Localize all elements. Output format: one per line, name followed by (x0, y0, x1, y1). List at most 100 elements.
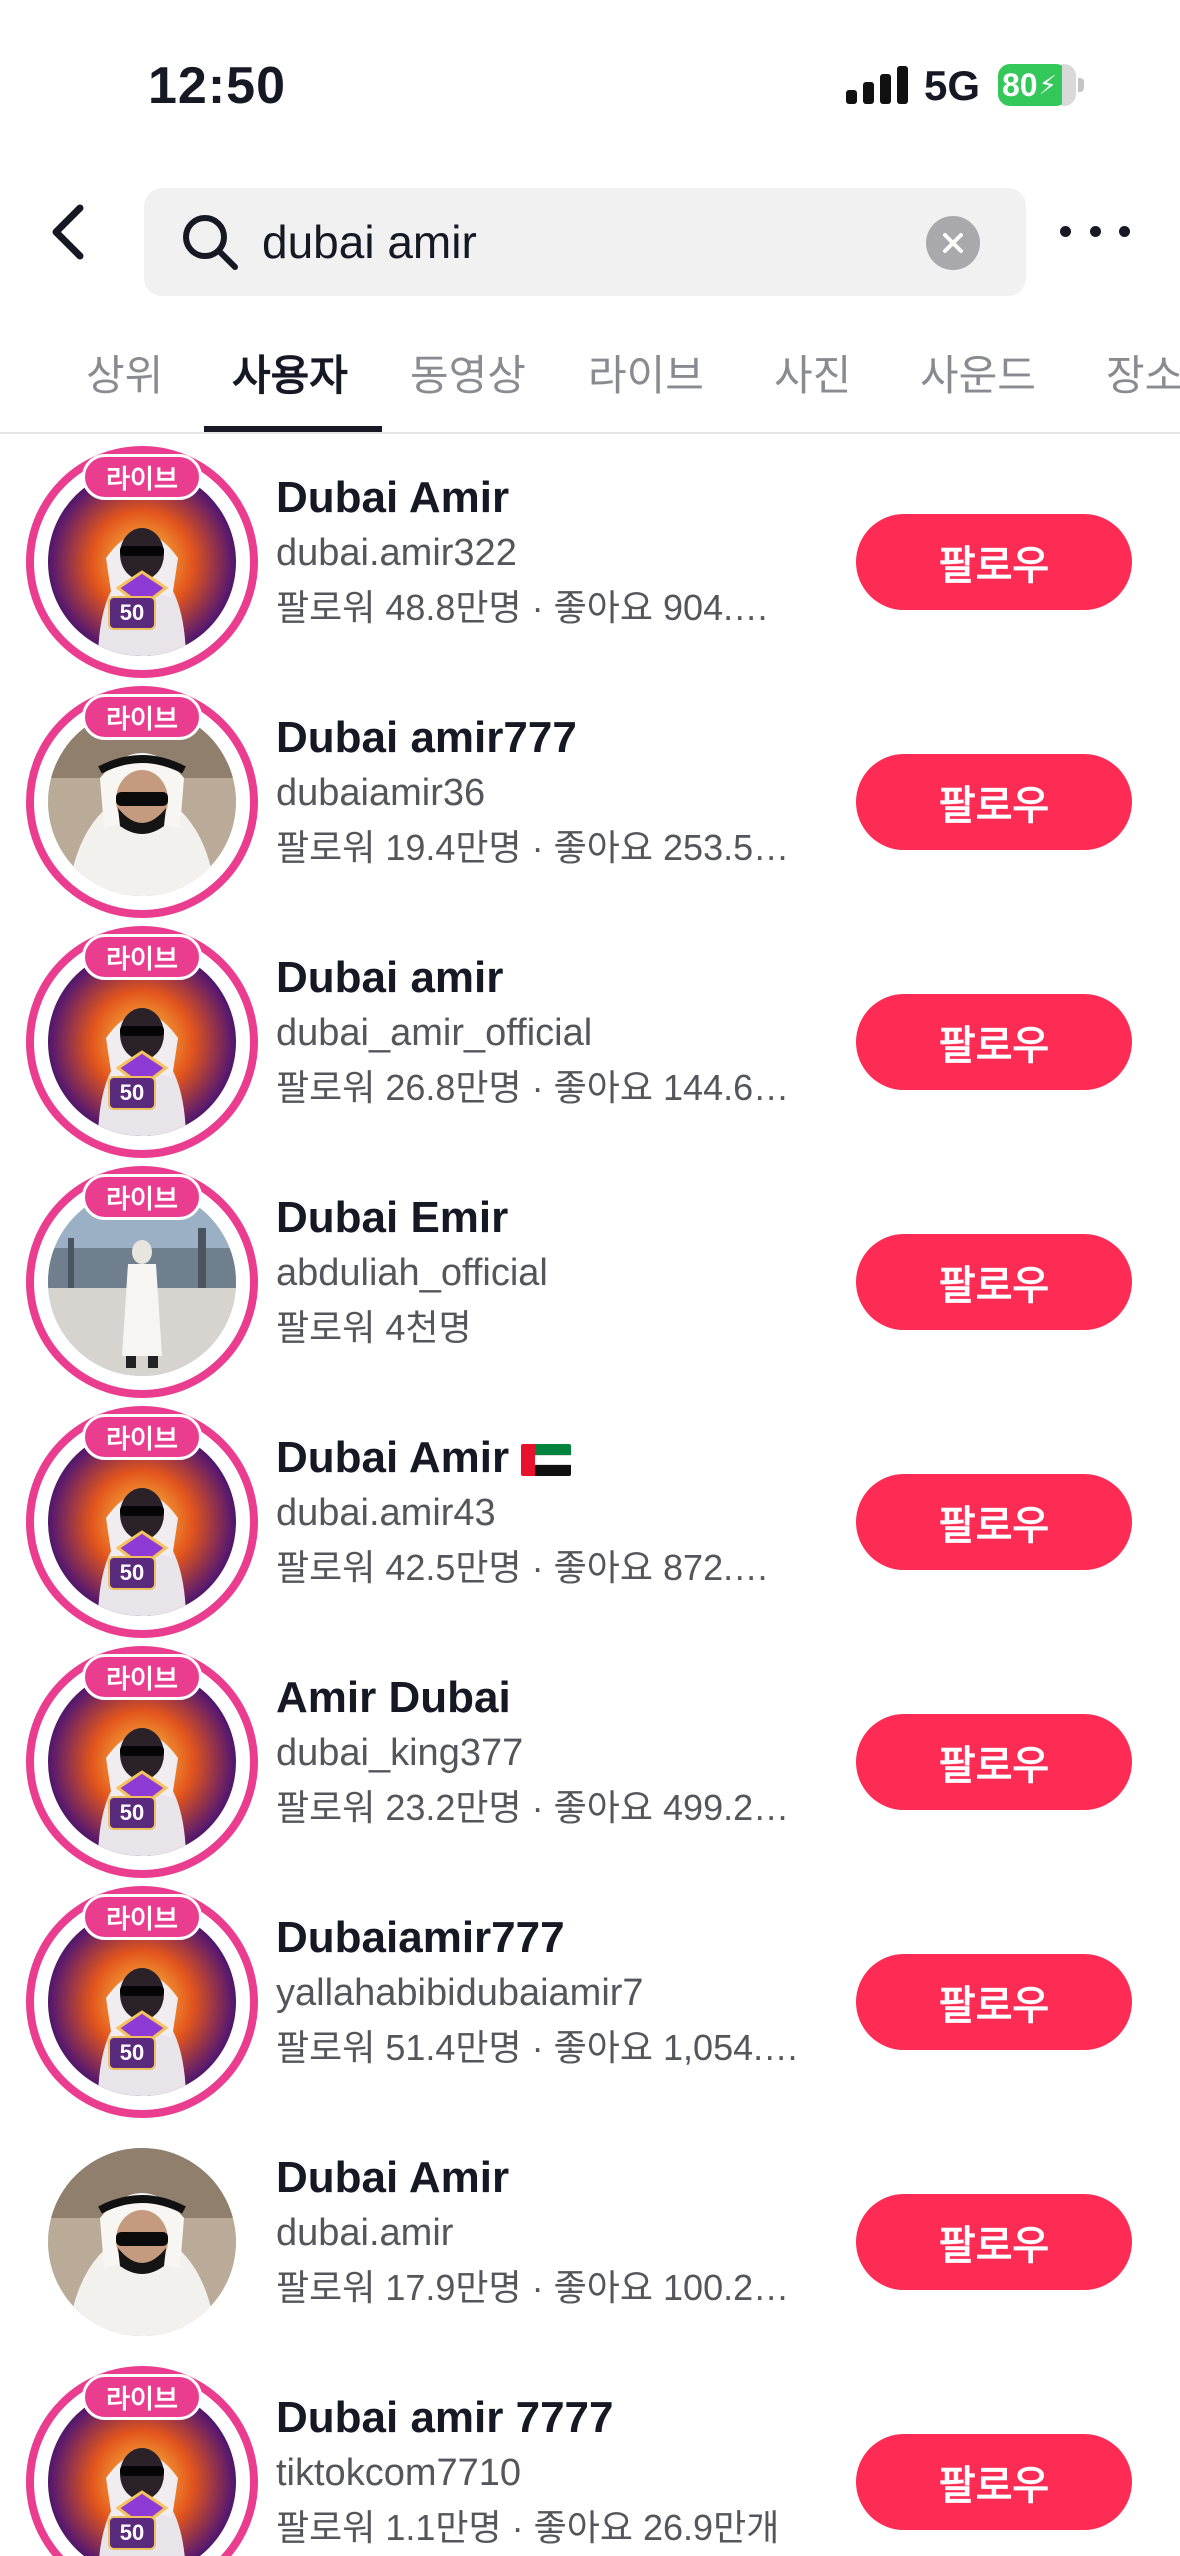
user-result-row[interactable]: 라이브 50 Dubai amir dubai_amir_official 팔로… (0, 916, 1180, 1158)
level-badge: 50 (108, 596, 156, 630)
status-bar: 12:50 5G 80 ⚡ (0, 0, 1180, 170)
dot-icon (1060, 225, 1071, 237)
user-info[interactable]: Dubai amir777 dubaiamir36 팔로워 19.4만명 · 좋… (276, 710, 816, 876)
signal-icon (846, 66, 908, 104)
battery-level: 80 (1002, 66, 1038, 103)
user-name: Dubai Amir (276, 2153, 510, 2202)
tab-live[interactable]: 라이브 (588, 342, 704, 403)
tab-sounds[interactable]: 사운드 (920, 342, 1036, 403)
avatar-container[interactable]: 라이브 50 (26, 1646, 258, 1878)
live-badge: 라이브 (82, 1414, 202, 1460)
follow-button[interactable]: 팔로우 (856, 2194, 1132, 2290)
tab-top[interactable]: 상위 (86, 342, 163, 403)
user-stats: 팔로워 1.1만명 · 좋아요 26.9만개 (276, 2507, 780, 2548)
dot-icon (1089, 225, 1101, 237)
back-button[interactable] (36, 200, 100, 264)
tab-videos[interactable]: 동영상 (410, 342, 526, 403)
live-badge: 라이브 (82, 1894, 202, 1940)
user-name: Dubai amir (276, 953, 504, 1002)
uae-flag-icon (521, 1444, 572, 1476)
search-input[interactable] (262, 188, 902, 296)
user-stats: 팔로워 19.4만명 · 좋아요 253.5… (276, 827, 790, 868)
user-handle: dubai_king377 (276, 1732, 524, 1774)
user-stats: 팔로워 4천명 (276, 1307, 472, 1348)
tab-users[interactable]: 사용자 (232, 342, 348, 403)
tab-photos[interactable]: 사진 (774, 342, 851, 403)
user-info[interactable]: Amir Dubai dubai_king377 팔로워 23.2만명 · 좋아… (276, 1670, 816, 1836)
chevron-left-icon (52, 204, 84, 260)
user-result-row[interactable]: 라이브 50 Amir Dubai dubai_king377 팔로워 23.2… (0, 1636, 1180, 1878)
tab-places[interactable]: 장소 (1106, 342, 1180, 403)
user-result-row[interactable]: 라이브 50 Dubaiamir777 yallahabibidubaiamir… (0, 1876, 1180, 2118)
follow-button[interactable]: 팔로우 (856, 754, 1132, 850)
user-stats: 팔로워 23.2만명 · 좋아요 499.2… (276, 1787, 790, 1828)
user-result-row[interactable]: 라이브 Dubai amir777 dubaiamir36 팔로워 19.4만명… (0, 676, 1180, 918)
user-handle: dubai_amir_official (276, 1012, 593, 1054)
live-badge: 라이브 (82, 934, 202, 980)
follow-button[interactable]: 팔로우 (856, 1474, 1132, 1570)
user-name: Dubai Amir (276, 473, 510, 522)
follow-button[interactable]: 팔로우 (856, 1714, 1132, 1810)
network-label: 5G (924, 62, 981, 109)
follow-button[interactable]: 팔로우 (856, 1954, 1132, 2050)
user-result-row[interactable]: 라이브 50 Dubai Amir dubai.amir43 팔로워 42.5만… (0, 1396, 1180, 1638)
live-badge: 라이브 (82, 454, 202, 500)
clear-search-button[interactable] (926, 216, 980, 270)
follow-button[interactable]: 팔로우 (856, 2434, 1132, 2530)
search-tabs: 상위 사용자 동영상 라이브 사진 사운드 장소 (0, 320, 1180, 434)
live-badge: 라이브 (82, 1654, 202, 1700)
battery-icon: 80 ⚡ (998, 64, 1076, 106)
user-name: Dubai Emir (276, 1193, 509, 1242)
avatar-container[interactable]: 라이브 (26, 1166, 258, 1398)
user-info[interactable]: Dubai amir dubai_amir_official 팔로워 26.8만… (276, 950, 816, 1116)
user-stats: 팔로워 42.5만명 · 좋아요 872.… (276, 1547, 770, 1588)
follow-button[interactable]: 팔로우 (856, 1234, 1132, 1330)
dot-icon (1119, 225, 1130, 237)
search-header (0, 170, 1180, 310)
level-badge: 50 (108, 2036, 156, 2070)
user-info[interactable]: Dubaiamir777 yallahabibidubaiamir7 팔로워 5… (276, 1910, 816, 2076)
live-badge: 라이브 (82, 694, 202, 740)
avatar-container[interactable]: 라이브 50 (26, 1886, 258, 2118)
user-handle: dubai.amir43 (276, 1492, 496, 1534)
avatar-container[interactable]: 라이브 50 (26, 1406, 258, 1638)
user-result-row[interactable]: Dubai Amir dubai.amir 팔로워 17.9만명 · 좋아요 1… (0, 2116, 1180, 2356)
user-stats: 팔로워 51.4만명 · 좋아요 1,054.… (276, 2027, 800, 2068)
user-handle: yallahabibidubaiamir7 (276, 1972, 644, 2014)
search-box[interactable] (144, 188, 1026, 296)
user-info[interactable]: Dubai Amir dubai.amir43 팔로워 42.5만명 · 좋아요… (276, 1430, 816, 1596)
user-name: Dubai Amir (276, 1430, 816, 1486)
follow-button[interactable]: 팔로우 (856, 994, 1132, 1090)
user-handle: tiktokcom7710 (276, 2452, 522, 2494)
user-name: Amir Dubai (276, 1673, 511, 1722)
level-badge: 50 (108, 1796, 156, 1830)
user-handle: abduliah_official (276, 1252, 548, 1294)
level-badge: 50 (108, 2516, 156, 2550)
user-handle: dubaiamir36 (276, 772, 486, 814)
user-info[interactable]: Dubai amir 7777 tiktokcom7710 팔로워 1.1만명 … (276, 2390, 816, 2556)
status-time: 12:50 (148, 57, 286, 115)
search-icon (183, 215, 238, 270)
avatar-container[interactable]: 라이브 50 (26, 2366, 258, 2556)
user-name: Dubai amir 7777 (276, 2393, 614, 2442)
level-badge: 50 (108, 1076, 156, 1110)
more-options-button[interactable] (1060, 206, 1130, 256)
live-badge: 라이브 (82, 1174, 202, 1220)
active-tab-indicator (204, 426, 382, 432)
user-handle: dubai.amir322 (276, 532, 517, 574)
avatar-container[interactable]: 라이브 50 (26, 446, 258, 678)
avatar-container[interactable]: 라이브 50 (26, 926, 258, 1158)
follow-button[interactable]: 팔로우 (856, 514, 1132, 610)
user-result-row[interactable]: 라이브 50 Dubai amir 7777 tiktokcom7710 팔로워… (0, 2356, 1180, 2556)
close-icon (943, 233, 963, 253)
user-name: Dubai amir777 (276, 713, 577, 762)
user-handle: dubai.amir (276, 2212, 454, 2254)
avatar (48, 2148, 236, 2336)
user-info[interactable]: Dubai Emir abduliah_official 팔로워 4천명 (276, 1190, 816, 1356)
avatar-container[interactable] (26, 2126, 258, 2358)
user-result-row[interactable]: 라이브 Dubai Emir abduliah_official 팔로워 4천명… (0, 1156, 1180, 1398)
user-info[interactable]: Dubai Amir dubai.amir322 팔로워 48.8만명 · 좋아… (276, 470, 816, 636)
avatar-container[interactable]: 라이브 (26, 686, 258, 918)
user-result-row[interactable]: 라이브 50 Dubai Amir dubai.amir322 팔로워 48.8… (0, 436, 1180, 678)
user-info[interactable]: Dubai Amir dubai.amir 팔로워 17.9만명 · 좋아요 1… (276, 2150, 816, 2316)
